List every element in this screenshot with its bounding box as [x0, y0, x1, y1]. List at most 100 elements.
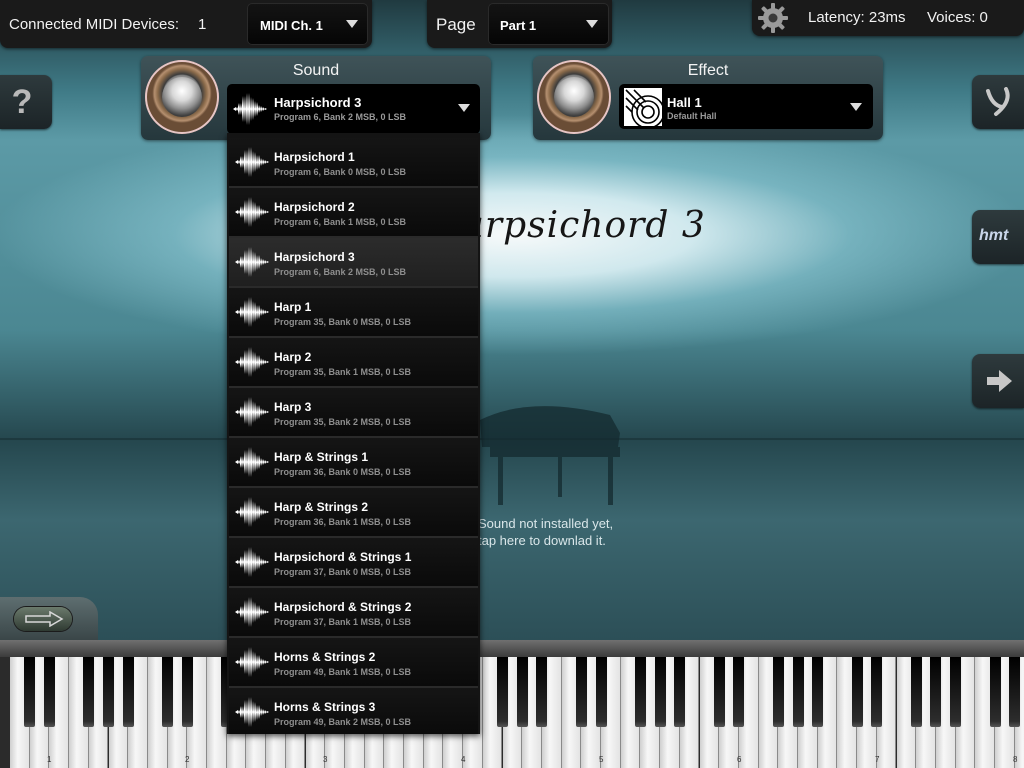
black-key[interactable]: [910, 657, 922, 727]
midi-devices-count: 1: [198, 16, 207, 33]
latency-readout: Latency: 23ms: [808, 9, 906, 26]
sound-list-item-name: Harpsichord 1: [274, 150, 355, 164]
hmt-logo: hmt: [979, 227, 1009, 244]
page-label: Page: [436, 15, 476, 34]
octave-label: 3: [323, 755, 328, 764]
black-key[interactable]: [654, 657, 666, 727]
black-key[interactable]: [772, 657, 784, 727]
black-key[interactable]: [733, 657, 745, 727]
black-key[interactable]: [930, 657, 942, 727]
waveform-icon: [235, 445, 269, 479]
sound-selector[interactable]: Harpsichord 3 Program 6, Bank 2 MSB, 0 L…: [227, 84, 480, 134]
sound-list-item-program: Program 6, Bank 1 MSB, 0 LSB: [274, 217, 407, 227]
sound-list-item-name: Harp & Strings 1: [274, 450, 369, 464]
page-dropdown[interactable]: Part 1: [488, 3, 609, 45]
page-value: Part 1: [500, 18, 537, 33]
instrument-silhouette: [470, 385, 630, 515]
black-key[interactable]: [536, 657, 548, 727]
sound-list-item[interactable]: Harpsichord 3 Program 6, Bank 2 MSB, 0 LS…: [229, 238, 478, 288]
voices-readout: Voices: 0: [927, 9, 988, 26]
octave-label: 2: [185, 755, 190, 764]
black-key[interactable]: [497, 657, 508, 727]
sound-list-item-name: Harp 2: [274, 350, 312, 364]
sound-list-item-program: Program 37, Bank 0 MSB, 0 LSB: [274, 567, 412, 577]
black-key[interactable]: [103, 657, 114, 727]
black-key[interactable]: [1009, 657, 1021, 727]
gear-icon[interactable]: [757, 2, 789, 34]
sound-list-item-program: Program 6, Bank 0 MSB, 0 LSB: [274, 167, 407, 177]
black-key[interactable]: [674, 657, 686, 727]
black-key[interactable]: [122, 657, 134, 727]
help-button[interactable]: ?: [0, 75, 52, 129]
sound-list-item[interactable]: Harpsichord & Strings 1 Program 37, Bank …: [229, 538, 478, 588]
arrow-right-icon: [987, 369, 1013, 393]
sound-list-item-program: Program 49, Bank 1 MSB, 0 LSB: [274, 667, 412, 677]
keyboard-toggle-button[interactable]: [0, 597, 98, 640]
sound-list-item-program: Program 36, Bank 1 MSB, 0 LSB: [274, 517, 412, 527]
black-key[interactable]: [713, 657, 725, 727]
sound-list-item[interactable]: Harp & Strings 2 Program 36, Bank 1 MSB, …: [229, 488, 478, 538]
sound-list-item[interactable]: Harpsichord 1 Program 6, Bank 0 MSB, 0 LS…: [229, 138, 478, 188]
waveform-icon: [235, 195, 269, 229]
sound-list-item[interactable]: Harp 2 Program 35, Bank 1 MSB, 0 LSB: [229, 338, 478, 388]
black-key[interactable]: [871, 657, 883, 727]
sound-list-item-name: Harpsichord & Strings 1: [274, 550, 412, 564]
black-key[interactable]: [181, 657, 193, 727]
sound-list-item-name: Harpsichord 2: [274, 200, 355, 214]
sound-list-item-program: Program 6, Bank 2 MSB, 0 LSB: [274, 267, 407, 277]
next-button[interactable]: [972, 354, 1024, 408]
black-key[interactable]: [634, 657, 646, 727]
sound-list-item-name: Horns & Strings 3: [274, 700, 376, 714]
black-key[interactable]: [43, 657, 55, 727]
install-message-line2[interactable]: tap here to downlad it.: [478, 533, 606, 548]
piano-keyboard[interactable]: [0, 640, 1024, 768]
black-key[interactable]: [792, 657, 804, 727]
sound-list-item-program: Program 35, Bank 0 MSB, 0 LSB: [274, 317, 412, 327]
sound-list-item-name: Harp & Strings 2: [274, 500, 369, 514]
hmt-button[interactable]: hmt: [972, 210, 1024, 264]
waveform-icon: [235, 645, 269, 679]
sound-list-item[interactable]: Harp 3 Program 35, Bank 2 MSB, 0 LSB: [229, 388, 478, 438]
octave-label: 8: [1013, 755, 1018, 764]
waveform-icon: [235, 695, 269, 729]
sound-list-item[interactable]: Harp & Strings 1 Program 36, Bank 0 MSB, …: [229, 438, 478, 488]
waveform-icon: [235, 245, 269, 279]
install-message-line1[interactable]: Sound not installed yet,: [478, 516, 613, 531]
sound-dropdown-list[interactable]: Harpsichord 1 Program 6, Bank 0 MSB, 0 LS…: [227, 133, 480, 734]
waveform-icon: [235, 295, 269, 329]
waveform-icon: [235, 595, 269, 629]
sound-volume-knob[interactable]: [145, 60, 219, 134]
effect-level-knob[interactable]: [537, 60, 611, 134]
black-key[interactable]: [83, 657, 95, 727]
midi-devices-label: Connected MIDI Devices:: [9, 16, 180, 33]
midi-channel-dropdown[interactable]: MIDI Ch. 1: [247, 3, 368, 45]
sound-list-item[interactable]: Horns & Strings 3 Program 49, Bank 2 MSB,…: [229, 688, 478, 734]
black-key[interactable]: [595, 657, 607, 727]
octave-label: 1: [47, 755, 52, 764]
sound-list-item[interactable]: Horns & Strings 2 Program 49, Bank 1 MSB,…: [229, 638, 478, 688]
octave-label: 6: [737, 755, 742, 764]
black-key[interactable]: [950, 657, 962, 727]
sound-name: Harpsichord 3: [274, 95, 362, 110]
hall-effect-icon: [624, 88, 665, 129]
black-key[interactable]: [575, 657, 587, 727]
sound-list-item[interactable]: Harp 1 Program 35, Bank 0 MSB, 0 LSB: [229, 288, 478, 338]
sound-list-item[interactable]: Harpsichord & Strings 2 Program 37, Bank …: [229, 588, 478, 638]
black-key[interactable]: [516, 657, 528, 727]
knob-cap: [162, 77, 202, 117]
black-key[interactable]: [812, 657, 824, 727]
arrow-right-icon: [24, 610, 64, 628]
sound-list-item[interactable]: Harpsichord 2 Program 6, Bank 1 MSB, 0 LS…: [229, 188, 478, 238]
question-icon: ?: [11, 83, 33, 121]
sound-program: Program 6, Bank 2 MSB, 0 LSB: [274, 112, 407, 122]
black-key[interactable]: [24, 657, 36, 727]
effect-name: Hall 1: [667, 95, 702, 110]
black-key[interactable]: [162, 657, 174, 727]
sound-list-item-program: Program 35, Bank 2 MSB, 0 LSB: [274, 417, 412, 427]
black-key[interactable]: [989, 657, 1001, 727]
effect-selector[interactable]: Hall 1 Default Hall: [619, 84, 873, 129]
yamaha-button[interactable]: [972, 75, 1024, 129]
waveform-icon: [233, 90, 267, 128]
sound-list-item-program: Program 49, Bank 2 MSB, 0 LSB: [274, 717, 412, 727]
black-key[interactable]: [851, 657, 863, 727]
